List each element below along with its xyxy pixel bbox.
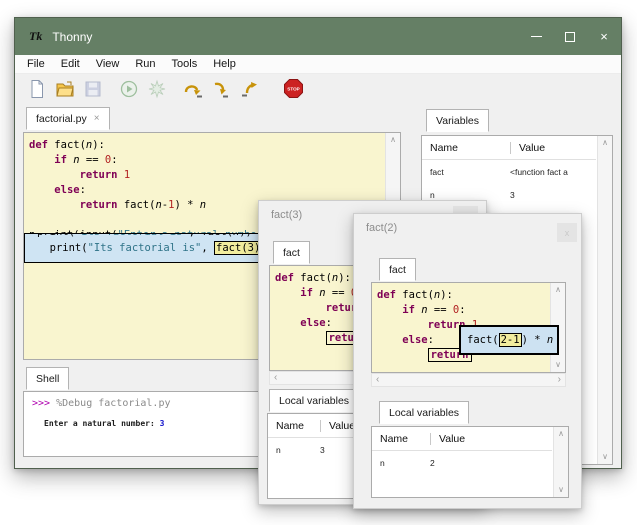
menubar: File Edit View Run Tools Help: [15, 55, 621, 74]
scroll-right-icon[interactable]: ›: [558, 375, 561, 385]
tab-fact[interactable]: fact: [379, 258, 416, 281]
minimize-icon: [531, 36, 542, 37]
variables-vertical-scrollbar[interactable]: ∧ ∨: [597, 136, 612, 464]
frame-tab-label: fact: [283, 247, 300, 259]
locals-tab-label: Local variables: [279, 395, 349, 407]
shell-tab-label: Shell: [36, 373, 59, 385]
var-name: fact: [430, 167, 510, 177]
scroll-up-icon[interactable]: ∧: [390, 136, 396, 144]
menu-file[interactable]: File: [19, 56, 53, 72]
maximize-button[interactable]: [553, 18, 587, 55]
expression-code: fact(2-1) * n: [467, 333, 553, 348]
var-value: 3: [510, 190, 592, 200]
frame-title: fact(3): [271, 209, 302, 221]
table-row[interactable]: n2: [372, 451, 568, 474]
minimize-button[interactable]: [519, 18, 553, 55]
thonny-app-icon: Tk: [29, 29, 42, 44]
menu-run[interactable]: Run: [127, 56, 163, 72]
step-into-icon: [210, 79, 232, 99]
scroll-down-icon[interactable]: ∨: [558, 486, 564, 494]
locals-vertical-scrollbar[interactable]: ∧ ∨: [553, 427, 568, 497]
stop-label: STOP: [287, 87, 299, 92]
frame-close-button[interactable]: x: [557, 223, 577, 242]
run-button: [117, 77, 141, 101]
menu-view[interactable]: View: [88, 56, 128, 72]
step-into-button[interactable]: [209, 77, 233, 101]
column-name: Name: [380, 433, 430, 445]
save-file-button: [81, 77, 105, 101]
debug-icon: [147, 79, 167, 99]
program-output: Enter a natural number:: [44, 419, 160, 428]
tab-factorial-py[interactable]: factorial.py ×: [26, 107, 110, 130]
table-row[interactable]: fact<function fact a: [422, 160, 612, 183]
tab-fact[interactable]: fact: [273, 241, 310, 264]
window-title: Thonny: [52, 30, 92, 44]
step-out-icon: [238, 79, 260, 99]
column-name: Name: [276, 420, 320, 432]
locals-rows: n2: [372, 451, 568, 474]
column-value: Value: [510, 142, 545, 154]
column-name: Name: [430, 142, 510, 154]
column-value: Value: [320, 420, 355, 432]
screen: Tk Thonny × File Edit View Run Tools Hel…: [0, 0, 637, 525]
locals-tab-label: Local variables: [389, 407, 459, 419]
user-input-echo: 3: [160, 419, 165, 428]
new-file-icon: [27, 79, 47, 99]
scroll-up-icon[interactable]: ∧: [602, 139, 608, 147]
scroll-up-icon[interactable]: ∧: [555, 286, 561, 294]
step-over-button[interactable]: [181, 77, 205, 101]
step-over-icon: [182, 79, 204, 99]
toolbar: STOP: [15, 74, 621, 103]
menu-tools[interactable]: Tools: [164, 56, 206, 72]
menu-edit[interactable]: Edit: [53, 56, 88, 72]
frame-close-icon: x: [565, 228, 570, 238]
save-icon: [83, 79, 103, 99]
scroll-down-icon[interactable]: ∨: [602, 453, 608, 461]
tab-local-variables[interactable]: Local variables: [379, 401, 469, 424]
var-value: <function fact a: [510, 167, 592, 177]
editor-tab-label: factorial.py: [36, 113, 87, 125]
variables-header: Name Value: [422, 136, 596, 160]
locals-table: Name Value n2 ∧ ∨: [371, 426, 569, 498]
new-file-button[interactable]: [25, 77, 49, 101]
tab-local-variables[interactable]: Local variables: [269, 389, 359, 412]
var-name: n: [276, 445, 320, 455]
scroll-down-icon[interactable]: ∨: [555, 361, 561, 369]
scroll-left-icon[interactable]: ‹: [376, 375, 379, 385]
tab-close-icon[interactable]: ×: [94, 114, 100, 124]
frame-title: fact(2): [366, 222, 397, 234]
scroll-left-icon[interactable]: ‹: [274, 373, 277, 383]
step-out-button[interactable]: [237, 77, 261, 101]
frame-horizontal-scrollbar[interactable]: ‹ ›: [371, 373, 566, 387]
var-name: n: [380, 458, 430, 468]
locals-header: Name Value: [372, 427, 552, 451]
stop-button[interactable]: STOP: [281, 77, 305, 101]
var-value: 2: [430, 458, 435, 468]
open-folder-icon: [55, 79, 75, 99]
tab-shell[interactable]: Shell: [26, 367, 69, 390]
variables-tab-label: Variables: [436, 115, 479, 127]
var-name: n: [430, 190, 510, 200]
stop-icon: STOP: [283, 78, 304, 99]
titlebar[interactable]: Tk Thonny ×: [15, 18, 621, 55]
var-value: 3: [320, 445, 325, 455]
run-icon: [119, 79, 139, 99]
shell-prompt: >>>: [32, 398, 56, 409]
tab-variables[interactable]: Variables: [426, 109, 489, 132]
menu-help[interactable]: Help: [205, 56, 244, 72]
window-controls: ×: [519, 18, 621, 55]
debug-button: [145, 77, 169, 101]
frame-tab-label: fact: [389, 264, 406, 276]
debug-frame-fact2[interactable]: fact(2) x fact def fact(n): if n == 0: r…: [353, 213, 582, 509]
column-value: Value: [430, 433, 465, 445]
evaluated-expression-box: fact(2-1) * n: [459, 325, 559, 355]
shell-command: %Debug factorial.py: [56, 398, 170, 409]
maximize-icon: [565, 32, 575, 42]
open-file-button[interactable]: [53, 77, 77, 101]
close-icon: ×: [600, 30, 608, 43]
close-button[interactable]: ×: [587, 18, 621, 55]
scroll-up-icon[interactable]: ∧: [558, 430, 564, 438]
